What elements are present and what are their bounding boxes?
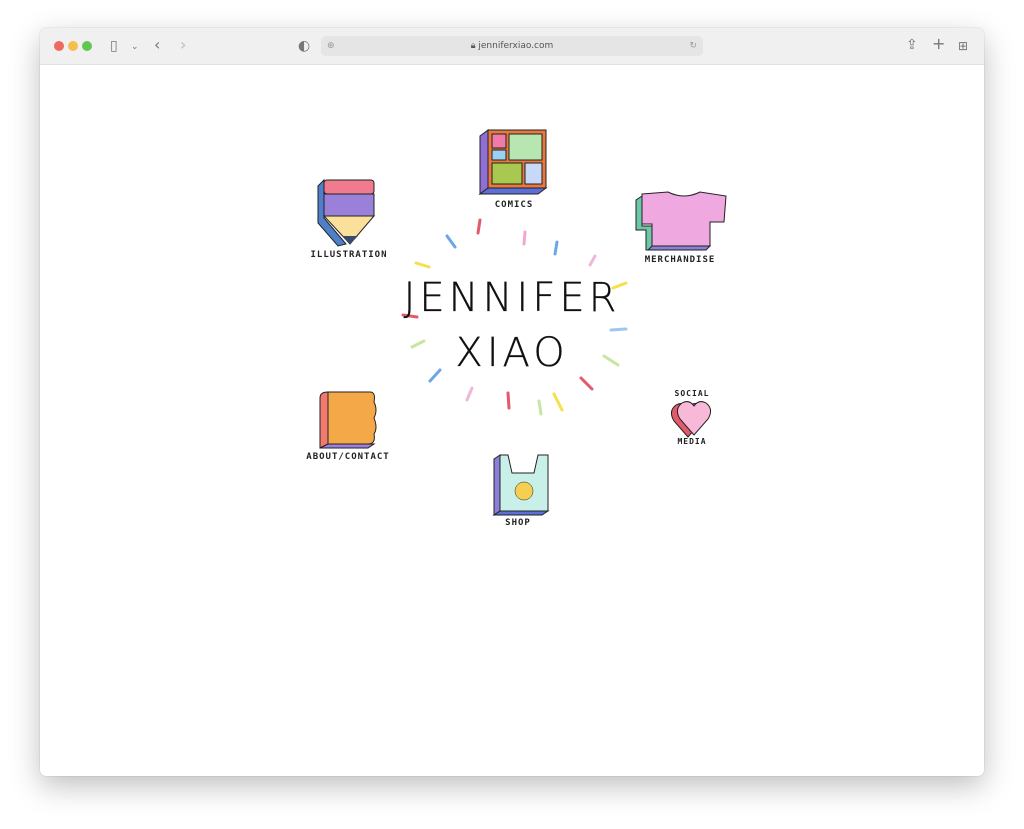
decorative-rays [401, 218, 628, 416]
nav-comics-label: COMICS [494, 200, 534, 210]
t-shirt-icon [635, 191, 727, 251]
nav-about-contact-label: ABOUT/CONTACT [306, 452, 390, 462]
nav-illustration-label: ILLUSTRATION [310, 250, 388, 260]
comic-book-icon [478, 129, 548, 195]
toast-icon [319, 391, 377, 449]
nav-shop-label: SHOP [505, 518, 531, 528]
site-title-first-name: JENNIFER [403, 275, 621, 321]
shopping-bag-icon [492, 454, 550, 516]
heart-icon [670, 401, 712, 438]
nav-merchandise-label: MERCHANDISE [644, 255, 716, 265]
nav-social-label-line2: MEDIA [677, 437, 707, 446]
pencil-icon [317, 178, 376, 247]
site-title-last-name: XIAO [455, 330, 569, 376]
nav-social-label-line1: SOCIAL [674, 389, 710, 398]
